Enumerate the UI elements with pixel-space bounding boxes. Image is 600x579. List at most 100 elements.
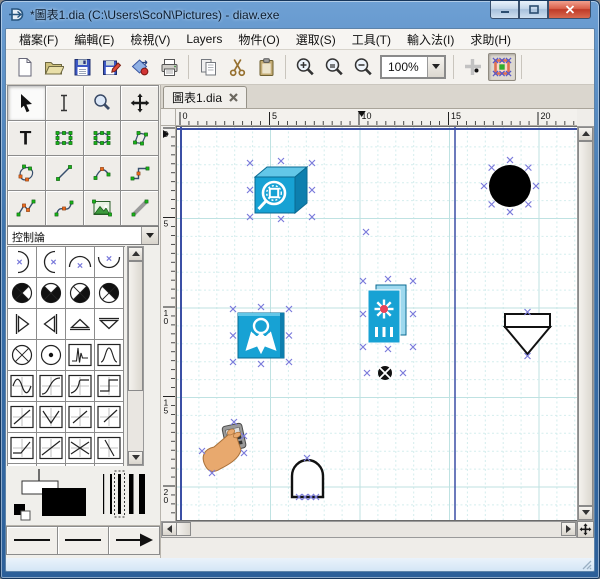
relay-right[interactable]: [8, 309, 37, 340]
menu-item-7[interactable]: 工具(T): [345, 29, 398, 50]
halfslope-box[interactable]: [95, 402, 124, 433]
scroll-up-icon[interactable]: [128, 247, 143, 261]
export-button[interactable]: [126, 53, 154, 81]
menu-item-8[interactable]: 輸入法(I): [400, 29, 461, 50]
new-diagram-button[interactable]: [10, 53, 38, 81]
copy-button[interactable]: [194, 53, 222, 81]
scroll-right-icon[interactable]: [561, 522, 576, 536]
save-diagram-button[interactable]: [68, 53, 96, 81]
sine-box[interactable]: [8, 371, 37, 402]
product-circle[interactable]: [8, 340, 37, 371]
save-as-button[interactable]: [97, 53, 125, 81]
cross-box[interactable]: [66, 433, 95, 464]
gaussian-box[interactable]: [95, 340, 124, 371]
sheet-selector[interactable]: 控制論: [7, 226, 159, 245]
scroll-down-icon[interactable]: [578, 506, 593, 520]
saturation-box[interactable]: [66, 371, 95, 402]
quadrant-dot[interactable]: [364, 366, 406, 380]
bezierline-tool[interactable]: [46, 191, 84, 226]
broadcast-box[interactable]: [230, 304, 292, 367]
relay-down[interactable]: [95, 309, 124, 340]
cut-button[interactable]: [223, 53, 251, 81]
sum-junction-4[interactable]: [95, 278, 124, 309]
begin-arrow-style[interactable]: [6, 526, 58, 555]
end-arrow-style[interactable]: [109, 526, 160, 555]
vertical-scrollbar-thumb[interactable]: [578, 141, 593, 506]
tab-close-icon[interactable]: [229, 93, 238, 102]
sigmoid-box[interactable]: [37, 371, 66, 402]
outline-tool[interactable]: [121, 191, 159, 226]
zoom-in-button[interactable]: [291, 53, 319, 81]
connection-points-toggle[interactable]: [488, 53, 516, 81]
dome[interactable]: [292, 455, 323, 500]
line-tool[interactable]: [46, 156, 84, 191]
menu-item-6[interactable]: 選取(S): [289, 29, 343, 50]
sum-junction-3[interactable]: [66, 278, 95, 309]
beziergon-tool[interactable]: [8, 156, 46, 191]
vertical-scrollbar[interactable]: [577, 126, 594, 521]
arc-tool[interactable]: [84, 156, 122, 191]
scroll-up-icon[interactable]: [578, 127, 593, 141]
absolute-box[interactable]: [37, 402, 66, 433]
step-box[interactable]: [95, 371, 124, 402]
menu-item-5[interactable]: 物件(O): [231, 29, 286, 50]
color-selector[interactable]: [14, 469, 86, 520]
scroll-left-icon[interactable]: [162, 522, 177, 536]
resize-grip[interactable]: [581, 559, 592, 570]
minimize-button[interactable]: [490, 1, 519, 19]
print-button[interactable]: [155, 53, 183, 81]
ellipse-tool[interactable]: [84, 121, 122, 156]
arc-bottom[interactable]: [95, 247, 124, 278]
open-diagram-button[interactable]: [39, 53, 67, 81]
black-circle[interactable]: [481, 157, 539, 215]
menu-item-3[interactable]: 檢視(V): [123, 29, 177, 50]
negslope-box[interactable]: [95, 433, 124, 464]
snap-to-grid-toggle[interactable]: [459, 53, 487, 81]
relay-left[interactable]: [37, 309, 66, 340]
diagram-tab[interactable]: 圖表1.dia: [163, 86, 247, 108]
pan-button[interactable]: [577, 521, 594, 538]
paste-button[interactable]: [252, 53, 280, 81]
maximize-button[interactable]: [519, 1, 548, 19]
modify-tool[interactable]: [8, 86, 46, 121]
image-tool[interactable]: [84, 191, 122, 226]
linear-box[interactable]: [37, 433, 66, 464]
chevron-down-icon[interactable]: [141, 227, 158, 244]
menu-item-1[interactable]: 檔案(F): [12, 29, 65, 50]
arc-left[interactable]: [37, 247, 66, 278]
scroll-down-icon[interactable]: [128, 451, 143, 465]
fan-box[interactable]: [360, 276, 416, 352]
textedit-tool[interactable]: [46, 86, 84, 121]
polyline-tool[interactable]: [8, 191, 46, 226]
box-tool[interactable]: [46, 121, 84, 156]
relay-up[interactable]: [66, 309, 95, 340]
sensor-circle[interactable]: [37, 340, 66, 371]
magnify-tool[interactable]: [84, 86, 122, 121]
slope-box[interactable]: [66, 402, 95, 433]
horizontal-scrollbar-thumb[interactable]: [176, 522, 191, 536]
chevron-down-icon[interactable]: [427, 57, 444, 77]
horizontal-scrollbar[interactable]: [161, 521, 577, 538]
menu-item-4[interactable]: Layers: [179, 30, 229, 48]
scroll-tool[interactable]: [121, 86, 159, 121]
text-tool[interactable]: T: [8, 121, 46, 156]
zoom-original-button[interactable]: [320, 53, 348, 81]
hand-with-device[interactable]: [199, 419, 247, 476]
menu-item-2[interactable]: 編輯(E): [67, 29, 121, 50]
sum-junction-1[interactable]: [8, 278, 37, 309]
impulse-box[interactable]: [66, 340, 95, 371]
close-button[interactable]: [548, 1, 591, 19]
polygon-tool[interactable]: [121, 121, 159, 156]
menu-item-9[interactable]: 求助(H): [463, 29, 518, 50]
zigzagline-tool[interactable]: [121, 156, 159, 191]
proportional-box[interactable]: [8, 402, 37, 433]
line-width-selector[interactable]: [103, 471, 145, 517]
palette-scrollbar-thumb[interactable]: [128, 261, 143, 391]
line-style[interactable]: [58, 526, 109, 555]
palette-scrollbar[interactable]: [127, 246, 144, 466]
canvas-viewport[interactable]: [176, 126, 577, 521]
funnel[interactable]: [505, 309, 550, 359]
cube-with-magnifier[interactable]: [247, 158, 315, 222]
ramp-box[interactable]: [8, 433, 37, 464]
zoom-combo[interactable]: 100%: [380, 55, 446, 79]
